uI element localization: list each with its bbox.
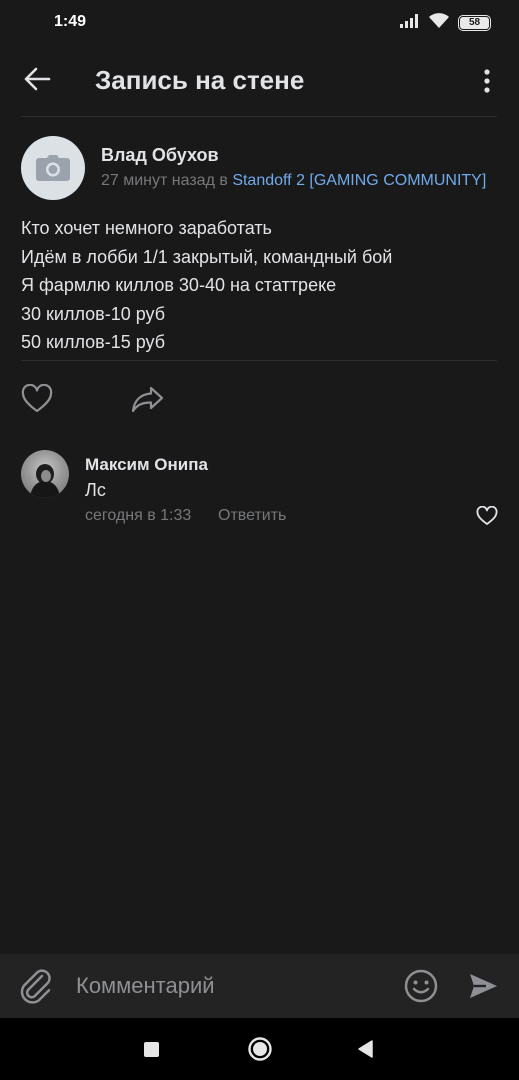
post-text: Кто хочет немного заработать Идём в лобб… (21, 214, 501, 357)
header-divider (21, 116, 497, 117)
post-line: Я фармлю киллов 30-40 на статтреке (21, 275, 337, 295)
system-nav-bar (0, 1018, 519, 1080)
arrow-left-icon (24, 67, 51, 91)
more-vertical-icon (484, 69, 490, 93)
like-button[interactable] (21, 383, 53, 414)
comment-like-button[interactable] (476, 505, 498, 526)
share-button[interactable] (130, 384, 166, 414)
comment-input[interactable] (76, 968, 376, 1004)
more-options-button[interactable] (475, 64, 499, 98)
camera-icon (36, 155, 70, 181)
home-circle-icon[interactable] (248, 1037, 272, 1061)
heart-icon (21, 383, 53, 413)
share-icon (131, 386, 164, 413)
comment-composer (0, 954, 519, 1018)
author-avatar[interactable] (21, 136, 85, 200)
post-time: 27 минут назад в (101, 172, 233, 189)
smile-icon (404, 969, 438, 1003)
comment-time: сегодня в 1:33 (85, 507, 192, 524)
screen: 1:49 58 Запись на стене Влад Обухов 27 м… (0, 0, 519, 1080)
back-button[interactable] (20, 62, 54, 96)
send-button[interactable] (466, 969, 500, 1003)
commenter-avatar[interactable] (21, 450, 69, 498)
battery-icon: 58 (458, 15, 491, 31)
avatar-photo (30, 464, 60, 498)
page-title: Запись на стене (95, 65, 305, 95)
status-icons: 58 (400, 12, 491, 34)
back-triangle-icon[interactable] (356, 1039, 374, 1059)
battery-level: 58 (460, 17, 489, 29)
header: Запись на стене (0, 48, 519, 114)
post-meta: 27 минут назад в Standoff 2 [GAMING COMM… (101, 172, 491, 190)
post-line: Идём в лобби 1/1 закрытый, командный бой (21, 246, 393, 267)
wifi-icon (428, 12, 450, 34)
emoji-button[interactable] (403, 968, 439, 1004)
heart-icon (476, 505, 498, 525)
post-line: Кто хочет немного заработать (21, 218, 272, 238)
status-bar: 1:49 58 (0, 0, 519, 46)
attach-button[interactable] (18, 968, 56, 1004)
post-divider (21, 360, 497, 361)
comment-author-name[interactable]: Максим Онипа (85, 455, 208, 475)
reply-button[interactable]: Ответить (218, 507, 286, 525)
post-line: 30 киллов-10 руб (21, 303, 166, 324)
status-time: 1:49 (54, 13, 87, 30)
signal-icon (400, 13, 420, 33)
comment-text: Лс (85, 480, 106, 500)
post-source-link[interactable]: Standoff 2 [GAMING COMMUNITY] (232, 172, 486, 189)
paperclip-icon (20, 969, 51, 1004)
recents-square-icon[interactable] (144, 1042, 159, 1057)
send-icon (470, 974, 497, 998)
post-line: 50 киллов-15 руб (21, 332, 166, 352)
post-author-name[interactable]: Влад Обухов (101, 145, 219, 166)
